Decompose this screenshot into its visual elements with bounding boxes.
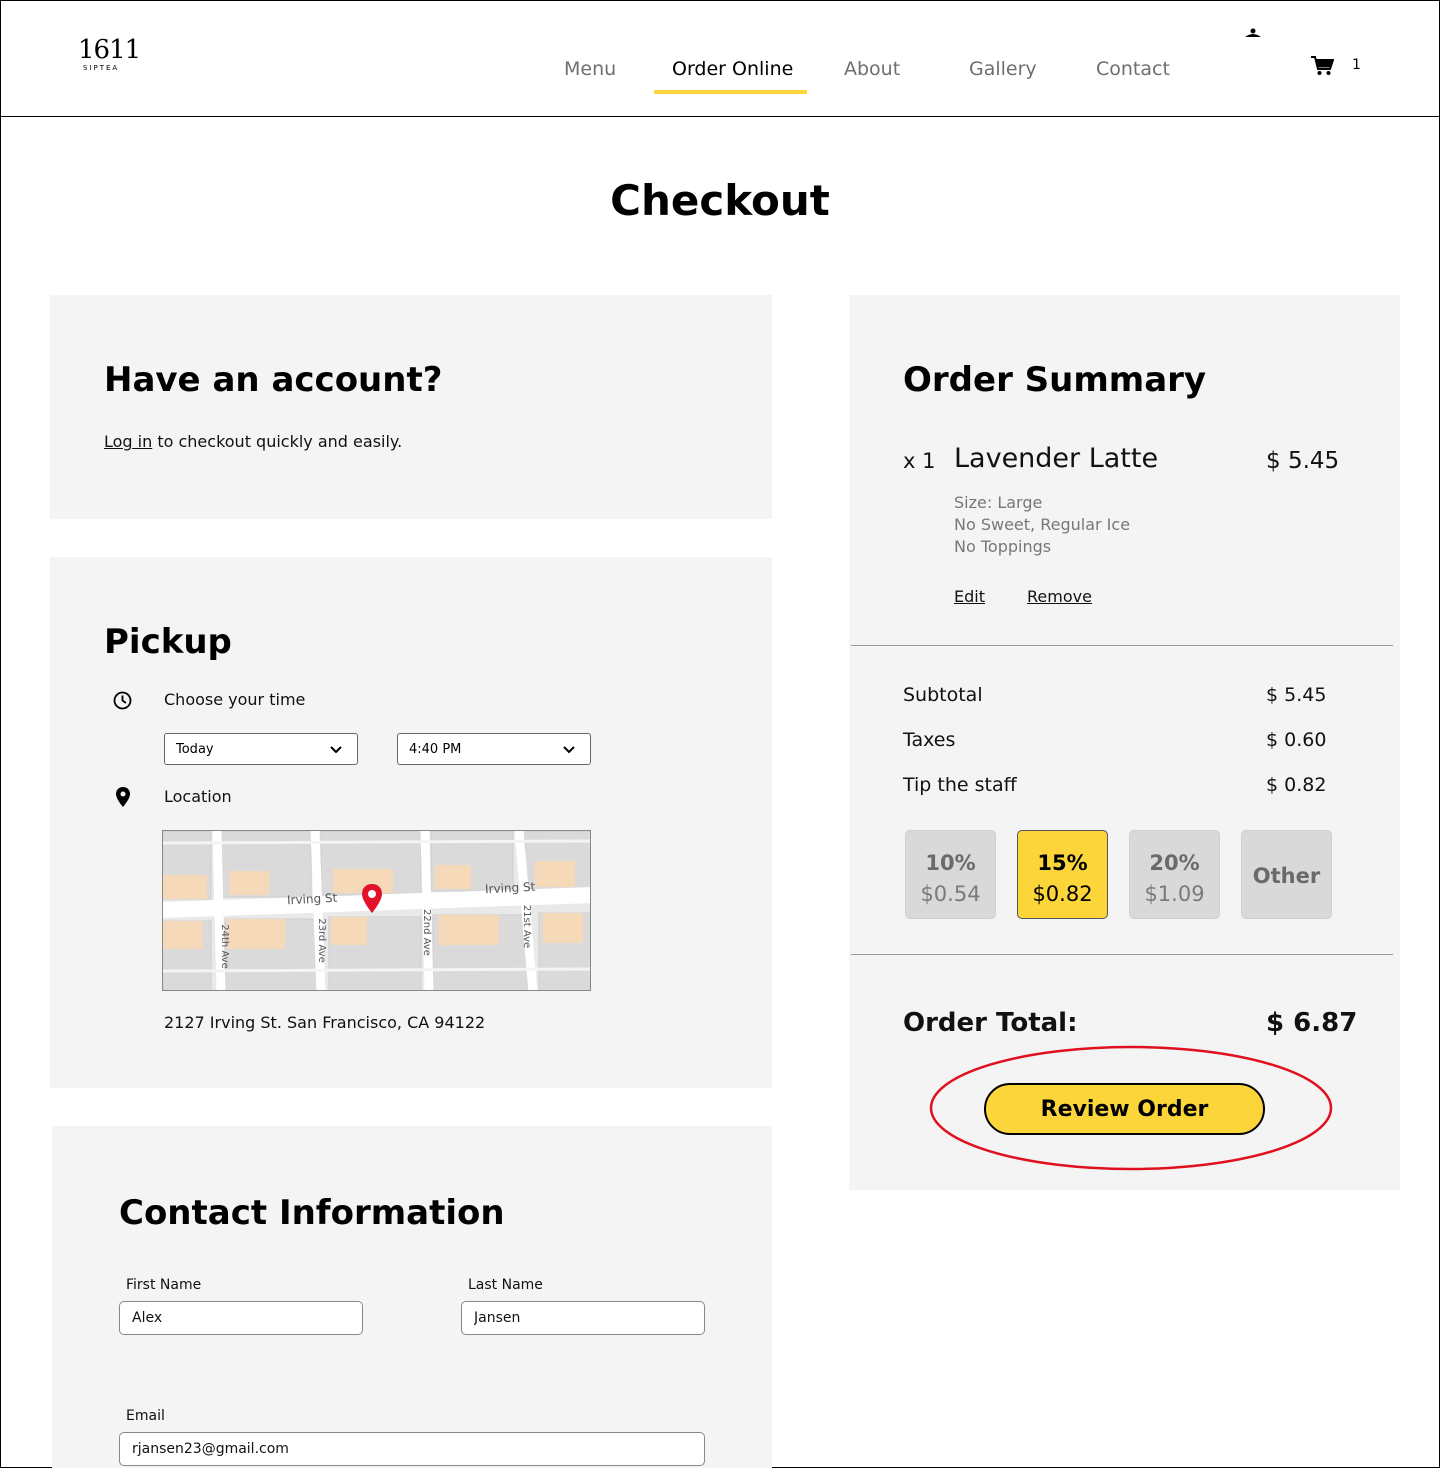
logo-subtitle: SIPTEA	[83, 64, 120, 72]
summary-divider	[851, 645, 1393, 646]
map-street-label: Irving St	[286, 890, 338, 908]
contact-heading: Contact Information	[119, 1193, 505, 1233]
item-option: Size: Large	[954, 493, 1043, 512]
login-prompt: Log in to checkout quickly and easily.	[104, 432, 402, 451]
tip-amount: $0.82	[1032, 882, 1093, 906]
tip-amount: $1.09	[1144, 882, 1205, 906]
nav-item-contact[interactable]: Contact	[1096, 58, 1170, 80]
day-select[interactable]: Today	[164, 733, 358, 765]
nav-item-order-online[interactable]: Order Online	[672, 58, 793, 80]
login-prompt-text: to checkout quickly and easily.	[152, 432, 403, 451]
choose-time-label: Choose your time	[164, 690, 306, 709]
tip-option-10[interactable]: 10% $0.54	[905, 830, 996, 919]
map-street-label: 24th Ave	[218, 924, 230, 969]
location-map[interactable]: Irving St Irving St 24th Ave 23rd Ave 22…	[162, 830, 591, 991]
chevron-down-icon	[563, 746, 575, 754]
item-name: Lavender Latte	[954, 443, 1159, 474]
item-quantity: x 1	[903, 449, 936, 473]
account-heading: Have an account?	[104, 360, 443, 400]
pickup-address: 2127 Irving St. San Francisco, CA 94122	[164, 1013, 486, 1032]
item-option: No Sweet, Regular Ice	[954, 515, 1131, 534]
nav-item-gallery[interactable]: Gallery	[969, 58, 1037, 80]
chevron-down-icon	[330, 746, 342, 754]
cart-icon[interactable]	[1310, 55, 1335, 77]
page-title: Checkout	[610, 176, 830, 225]
login-link[interactable]: Log in	[104, 432, 152, 451]
clock-icon	[113, 691, 132, 710]
site-logo[interactable]: 1611 SIPTEA	[78, 35, 141, 80]
account-panel	[50, 295, 772, 519]
time-select-value: 4:40 PM	[409, 742, 462, 757]
email-field[interactable]	[119, 1432, 705, 1466]
email-label: Email	[126, 1408, 165, 1424]
tip-option-15[interactable]: 15% $0.82	[1017, 830, 1108, 919]
site-header: 1611 SIPTEA Menu Order Online About Gall…	[0, 0, 1440, 117]
review-order-button[interactable]: Review Order	[984, 1083, 1265, 1135]
day-select-value: Today	[176, 742, 214, 757]
edit-item-link[interactable]: Edit	[954, 587, 985, 606]
tip-percent: 20%	[1149, 851, 1200, 875]
first-name-label: First Name	[126, 1277, 202, 1293]
active-nav-underline	[654, 90, 807, 94]
order-summary-heading: Order Summary	[903, 360, 1207, 400]
tip-option-other[interactable]: Other	[1241, 830, 1332, 919]
time-select[interactable]: 4:40 PM	[397, 733, 591, 765]
tip-option-20[interactable]: 20% $1.09	[1129, 830, 1220, 919]
location-label: Location	[164, 787, 232, 806]
order-total-value: $ 6.87	[1266, 1008, 1358, 1038]
logo-wordmark: 1611	[78, 35, 141, 65]
tip-percent: 10%	[925, 851, 976, 875]
last-name-field[interactable]	[461, 1301, 705, 1335]
pickup-heading: Pickup	[104, 622, 232, 662]
remove-item-link[interactable]: Remove	[1027, 587, 1092, 606]
location-pin-icon	[116, 787, 130, 807]
map-street-label: 21st Ave	[521, 904, 533, 949]
subtotal-label: Subtotal	[903, 684, 983, 706]
tip-other-label: Other	[1252, 864, 1321, 888]
map-street-label: 22nd Ave	[420, 909, 432, 956]
taxes-value: $ 0.60	[1266, 729, 1327, 751]
nav-item-menu[interactable]: Menu	[564, 58, 616, 80]
tip-label: Tip the staff	[903, 774, 1017, 796]
nav-item-about[interactable]: About	[844, 58, 900, 80]
map-street-label: 23rd Ave	[315, 918, 327, 963]
map-street-label: Irving St	[484, 879, 536, 897]
summary-divider	[851, 954, 1393, 955]
order-total-label: Order Total:	[903, 1008, 1078, 1038]
subtotal-value: $ 5.45	[1266, 684, 1327, 706]
tip-value: $ 0.82	[1266, 774, 1327, 796]
user-icon[interactable]	[1243, 26, 1263, 40]
tip-amount: $0.54	[920, 882, 981, 906]
last-name-label: Last Name	[468, 1277, 543, 1293]
first-name-field[interactable]	[119, 1301, 363, 1335]
tip-percent: 15%	[1037, 851, 1088, 875]
item-price: $ 5.45	[1266, 448, 1340, 474]
item-option: No Toppings	[954, 537, 1052, 556]
taxes-label: Taxes	[903, 729, 956, 751]
cart-count: 1	[1352, 57, 1361, 73]
